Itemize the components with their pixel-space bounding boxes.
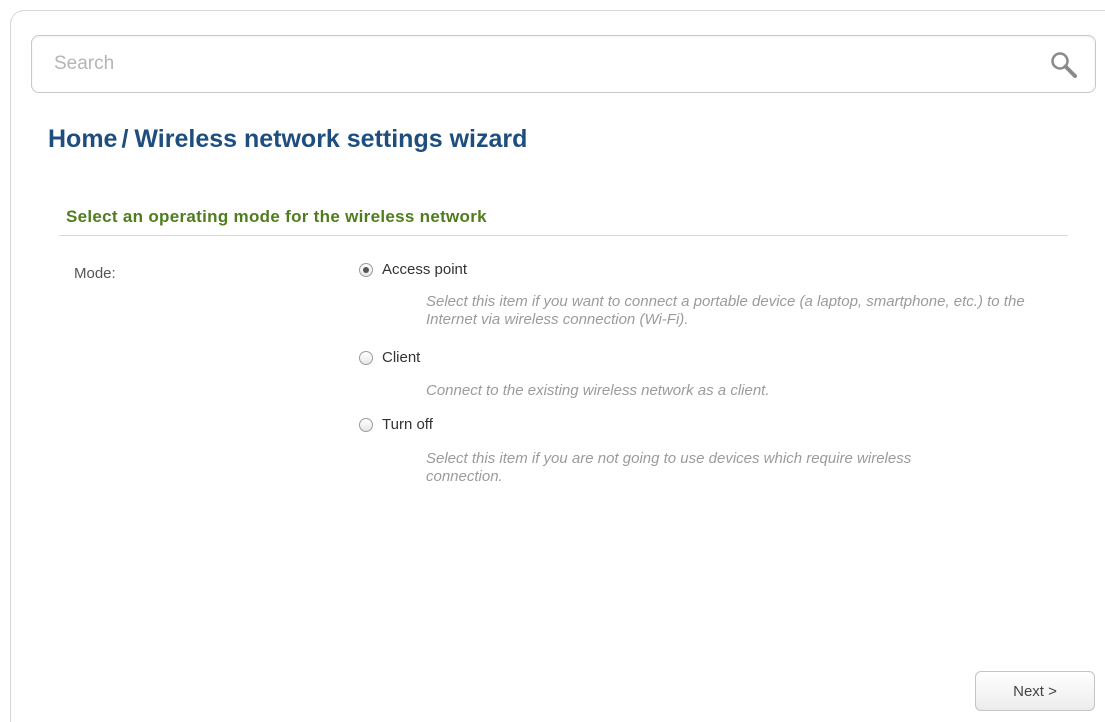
search-icon[interactable] (1049, 50, 1079, 80)
option-description-access-point: Select this item if you want to connect … (426, 293, 1025, 328)
mode-label: Mode: (74, 265, 116, 282)
wizard-page: Home/Wireless network settings wizard Se… (10, 10, 1105, 722)
radio-button-checked[interactable] (359, 262, 373, 277)
search-input[interactable] (32, 36, 1012, 92)
radio-access-point[interactable]: Access point (359, 261, 467, 278)
breadcrumb-home[interactable]: Home (48, 125, 117, 153)
radio-client[interactable]: Client (359, 349, 420, 366)
search-bar (31, 35, 1096, 93)
radio-button[interactable] (359, 350, 373, 365)
breadcrumb-separator: / (121, 125, 129, 153)
page-title: Home / Wireless network settings wizard (48, 125, 527, 154)
next-button[interactable]: Next > (975, 671, 1095, 711)
option-label-client: Client (382, 349, 421, 366)
option-label-turn-off: Turn off (382, 416, 433, 433)
section-divider (59, 235, 1068, 236)
option-description-client: Connect to the existing wireless network… (426, 382, 770, 399)
radio-button[interactable] (359, 417, 373, 432)
section-title: Select an operating mode for the wireles… (66, 207, 487, 226)
radio-turn-off[interactable]: Turn off (359, 416, 433, 433)
option-label-access-point: Access point (382, 261, 468, 278)
breadcrumb-current: Wireless network settings wizard (134, 125, 528, 153)
option-description-turn-off: Select this item if you are not going to… (426, 450, 912, 485)
